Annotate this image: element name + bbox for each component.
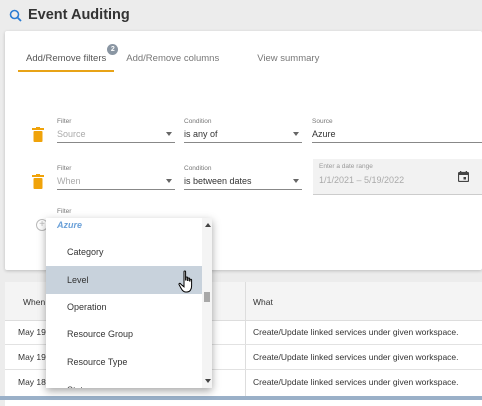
scroll-up-icon[interactable] <box>205 223 211 227</box>
column-header-when[interactable]: When <box>23 283 45 321</box>
dropdown-selected-value: Azure <box>57 220 83 230</box>
filter-count-badge: 2 <box>107 44 119 55</box>
filter-field-value: Source <box>57 129 86 139</box>
chevron-down-icon <box>166 132 172 136</box>
condition-label: Condition <box>184 165 212 172</box>
new-filter-label: Filter <box>57 208 72 215</box>
cell-when: May 19 <box>18 327 46 337</box>
filter-field-label: Filter <box>57 118 72 125</box>
chevron-down-icon <box>166 179 172 183</box>
filter-field-select[interactable]: When <box>57 174 175 190</box>
date-range-input[interactable]: Enter a date range 1/1/2021 – 5/19/2022 <box>313 159 482 195</box>
tab-add-remove-filters[interactable]: Add/Remove filters 2 <box>18 44 119 72</box>
column-divider <box>245 282 246 396</box>
condition-label: Condition <box>184 118 212 125</box>
cell-what: Create/Update linked services under give… <box>253 352 459 362</box>
column-header-what[interactable]: What <box>253 283 273 321</box>
tab-add-remove-columns[interactable]: Add/Remove columns <box>118 50 227 72</box>
source-value: Azure <box>312 129 336 139</box>
condition-value: is any of <box>184 129 218 139</box>
cell-what: Create/Update linked services under give… <box>253 377 459 387</box>
filter-tabs: Add/Remove filters 2 Add/Remove columns … <box>18 44 327 72</box>
page-header: Event Auditing <box>0 0 482 30</box>
date-range-label: Enter a date range <box>319 163 373 170</box>
dropdown-option-category[interactable]: Category <box>46 238 202 266</box>
cell-when: May 18 <box>18 377 46 387</box>
chevron-down-icon <box>293 132 299 136</box>
tab-label: Add/Remove columns <box>126 53 220 64</box>
condition-select[interactable]: is between dates <box>184 174 302 190</box>
trash-icon[interactable] <box>32 127 44 143</box>
date-range-value: 1/1/2021 – 5/19/2022 <box>319 175 405 185</box>
condition-select[interactable]: is any of <box>184 127 302 143</box>
filter-field-select[interactable]: Source <box>57 127 175 143</box>
source-select[interactable]: Azure <box>312 127 482 143</box>
trash-icon[interactable] <box>32 174 44 190</box>
scroll-thumb[interactable] <box>204 292 210 302</box>
dropdown-option-status[interactable]: Statu <box>46 376 202 388</box>
tab-view-summary[interactable]: View summary <box>249 50 327 72</box>
chevron-down-icon <box>293 179 299 183</box>
dropdown-scrollbar[interactable] <box>202 218 212 388</box>
condition-value: is between dates <box>184 176 252 186</box>
tab-label: Add/Remove filters <box>26 53 107 64</box>
dropdown-option-resource-group[interactable]: Resource Group <box>46 320 202 348</box>
dropdown-option-resource-type[interactable]: Resource Type <box>46 348 202 376</box>
source-label: Source <box>312 118 333 125</box>
page-title: Event Auditing <box>28 7 130 23</box>
filter-field-label: Filter <box>57 165 72 172</box>
horizontal-scrollbar[interactable] <box>0 396 482 400</box>
cell-what: Create/Update linked services under give… <box>253 327 459 337</box>
scroll-down-icon[interactable] <box>205 379 211 383</box>
search-icon <box>9 9 22 22</box>
cell-when: May 19 <box>18 352 46 362</box>
hand-pointer-icon <box>178 270 196 301</box>
filter-field-value: When <box>57 176 81 186</box>
calendar-icon[interactable] <box>457 169 470 187</box>
tab-label: View summary <box>257 53 320 64</box>
filter-field-dropdown[interactable]: Azure Category Level Operation Resource … <box>46 218 212 388</box>
